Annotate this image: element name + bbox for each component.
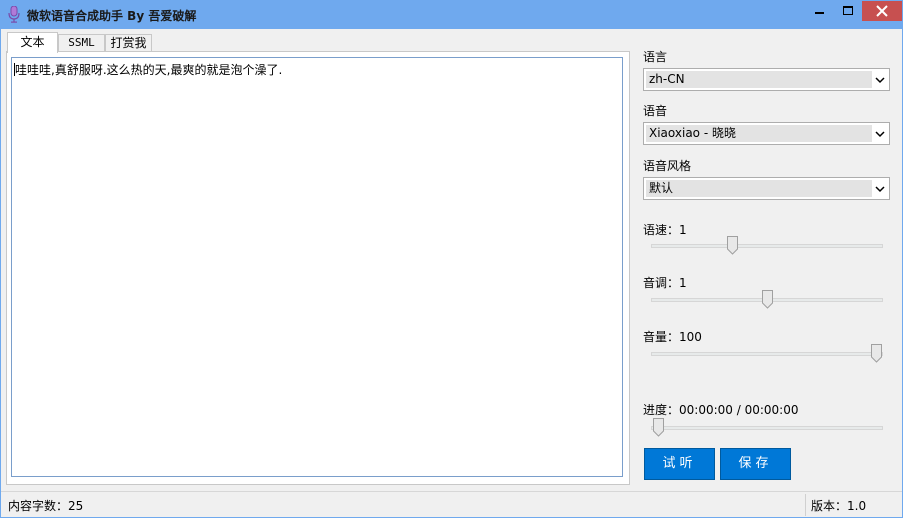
version-label: 版本：1.0 [811, 499, 867, 513]
main-window: 文本 SSML 打赏我 哇哇哇,真舒服呀.这么热的天,最爽的就是泡个澡了. 语言… [1, 29, 902, 517]
status-bar: 内容字数：25 版本：1.0 [1, 491, 902, 517]
close-button[interactable] [862, 1, 902, 21]
voice-select[interactable]: Xiaoxiao - 晓晓 [643, 122, 890, 145]
window-title: 微软语音合成助手 By 吾爱破解 [27, 9, 197, 23]
voice-value: Xiaoxiao - 晓晓 [646, 125, 872, 142]
chevron-down-icon [875, 77, 885, 84]
progress-slider[interactable] [651, 417, 883, 439]
minimize-icon [815, 12, 824, 14]
tab-text[interactable]: 文本 [7, 32, 58, 53]
pitch-slider[interactable] [651, 289, 883, 311]
language-value: zh-CN [646, 71, 872, 88]
slider-thumb[interactable] [653, 418, 664, 437]
voice-style-select[interactable]: 默认 [643, 177, 890, 200]
maximize-button[interactable] [835, 1, 862, 21]
status-divider [805, 494, 806, 516]
slider-track [651, 244, 883, 248]
save-button[interactable]: 保存 [720, 448, 791, 480]
slider-thumb[interactable] [871, 344, 882, 363]
voice-style-label: 语音风格 [643, 159, 692, 173]
minimize-button[interactable] [806, 1, 834, 21]
editor-text: 哇哇哇,真舒服呀.这么热的天,最爽的就是泡个澡了. [15, 63, 283, 77]
text-tab-panel: 哇哇哇,真舒服呀.这么热的天,最爽的就是泡个澡了. [6, 51, 630, 485]
tab-ssml[interactable]: SSML [58, 34, 105, 52]
char-count: 内容字数：25 [8, 499, 84, 513]
voice-style-value: 默认 [646, 180, 872, 197]
slider-track [651, 426, 883, 430]
slider-thumb[interactable] [762, 290, 773, 309]
maximize-icon [843, 6, 853, 15]
title-bar: 微软语音合成助手 By 吾爱破解 [0, 0, 903, 29]
progress-label: 进度：00:00:00 / 00:00:00 [643, 403, 799, 417]
slider-track [651, 352, 883, 356]
language-label: 语言 [643, 50, 668, 64]
volume-slider[interactable] [651, 343, 883, 365]
slider-thumb[interactable] [727, 236, 739, 255]
microphone-icon [8, 6, 20, 23]
voice-label: 语音 [643, 104, 668, 118]
language-select[interactable]: zh-CN [643, 68, 890, 91]
chevron-down-icon [875, 131, 885, 138]
close-icon [876, 5, 888, 17]
tab-donate[interactable]: 打赏我 [105, 34, 152, 52]
rate-slider[interactable] [651, 235, 883, 257]
chevron-down-icon [875, 186, 885, 193]
text-editor[interactable]: 哇哇哇,真舒服呀.这么热的天,最爽的就是泡个澡了. [11, 57, 623, 477]
preview-button[interactable]: 试听 [644, 448, 715, 480]
